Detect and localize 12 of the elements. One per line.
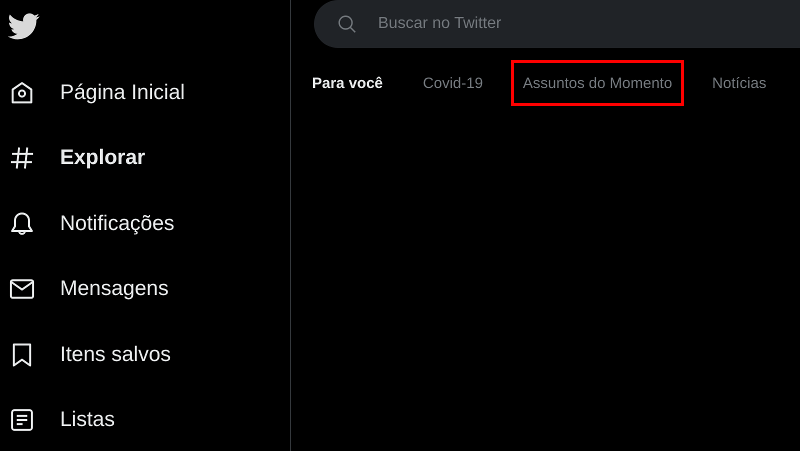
nav-link[interactable]: Listas	[60, 408, 115, 432]
notifications-icon	[8, 210, 36, 238]
search-field[interactable]: Buscar no Twitter	[314, 0, 800, 48]
nav-link[interactable]: Explorar	[60, 146, 146, 170]
tab[interactable]: Notícias	[700, 60, 778, 106]
nav-link[interactable]: Mensagens	[60, 277, 169, 302]
tab[interactable]: Covid-19	[410, 60, 495, 106]
nav-link[interactable]: Página Inicial	[60, 80, 185, 105]
tab[interactable]: Para você	[300, 60, 395, 106]
nav-link[interactable]: Itens salvos	[60, 342, 171, 367]
nav-link[interactable]: Notificações	[60, 212, 174, 236]
tab[interactable]: Assuntos do Momento	[510, 60, 684, 106]
